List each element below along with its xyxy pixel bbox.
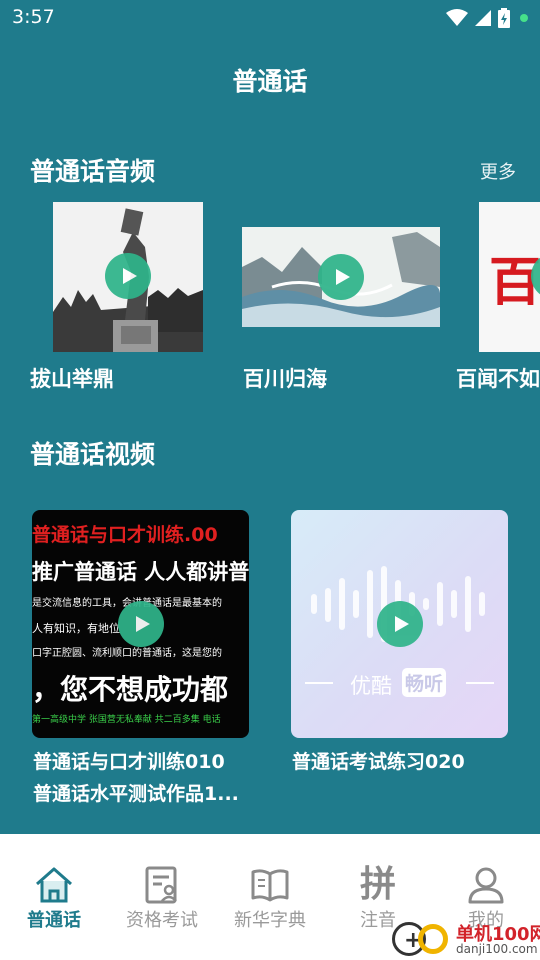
- audio-item-label: 百闻不如一见: [456, 367, 540, 391]
- exam-document-icon: [142, 864, 182, 906]
- nav-item-exam[interactable]: 资格考试: [108, 834, 216, 944]
- more-link[interactable]: 更多: [480, 158, 516, 184]
- status-bar: 3:57: [0, 0, 540, 36]
- nav-label: 资格考试: [126, 910, 198, 931]
- nav-item-home[interactable]: 普通话: [0, 834, 108, 944]
- play-button[interactable]: [105, 253, 151, 299]
- user-icon: [466, 864, 506, 906]
- nav-label: 普通话: [27, 910, 81, 931]
- play-icon: [394, 616, 409, 632]
- youku-logo-text: 优酷: [350, 674, 392, 698]
- home-icon: [34, 864, 74, 906]
- audio-item-label: 拔山举鼎: [30, 367, 114, 391]
- page-title: 普通话: [232, 67, 308, 96]
- open-book-icon: [250, 864, 290, 906]
- play-button[interactable]: [118, 601, 164, 647]
- thumb-line: 普通话与口才训练.00: [32, 524, 218, 546]
- video-title: 普通话与口才训练010: [33, 751, 225, 773]
- youku-logo-badge: 畅听: [402, 668, 447, 697]
- play-icon: [122, 268, 137, 284]
- watermark-url: danji100.com: [456, 942, 538, 956]
- pinyin-glyph-icon: 拼: [359, 864, 396, 905]
- thumb-line: 推广普通话 人人都讲普: [32, 560, 249, 584]
- audio-carousel[interactable]: 拔山举鼎 百川归海 百 百闻不如一见: [0, 200, 540, 400]
- wifi-icon: [446, 9, 468, 26]
- audio-item-label: 百川归海: [243, 367, 327, 391]
- watermark-logo: + 单机100网 danji100.com: [390, 918, 540, 960]
- status-icons: [446, 7, 528, 29]
- notification-dot: [520, 14, 528, 22]
- status-time: 3:57: [12, 6, 55, 28]
- video-title: 普通话考试练习020: [292, 751, 465, 773]
- play-button[interactable]: [377, 601, 423, 647]
- watermark-ring-icon: [418, 924, 448, 954]
- thumb-line: ，您不想成功都: [32, 673, 229, 706]
- play-icon: [135, 616, 150, 632]
- battery-icon: [498, 8, 510, 28]
- play-icon: [335, 269, 350, 285]
- audio-section-title: 普通话音频: [30, 157, 156, 186]
- thumb-line: 第一高级中学 张国营无私奉献 共二百多集 电话: [32, 715, 221, 725]
- cellular-signal-icon: [475, 10, 491, 26]
- video-section-title: 普通话视频: [30, 440, 156, 469]
- nav-item-dictionary[interactable]: 新华字典: [216, 834, 324, 944]
- nav-label: 新华字典: [234, 910, 306, 931]
- play-button[interactable]: [318, 254, 364, 300]
- video-subtitle: 普通话水平测试作品1...: [33, 783, 239, 805]
